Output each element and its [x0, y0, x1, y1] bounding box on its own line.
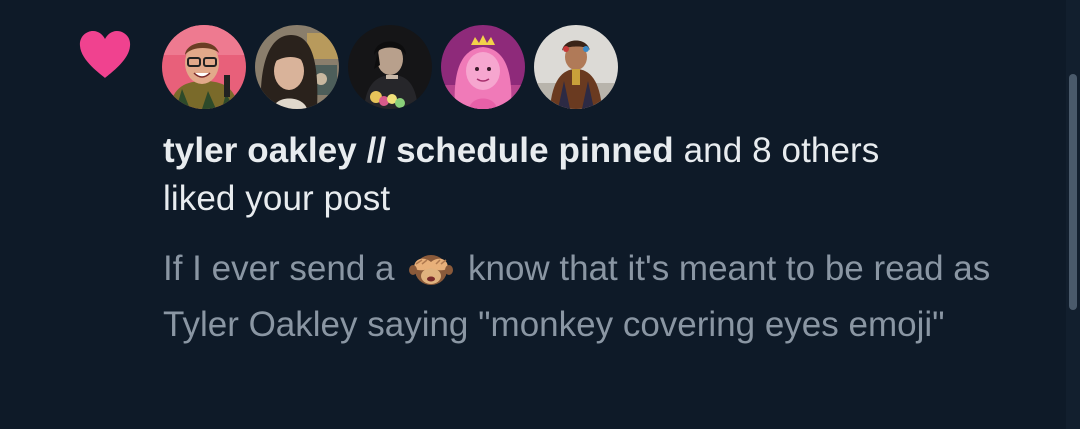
- notification-text: tyler oakley // schedule pinned and 8 ot…: [163, 127, 1053, 223]
- see-no-evil-monkey-icon: [409, 255, 454, 285]
- avatar[interactable]: [348, 25, 432, 109]
- scrollbar-thumb[interactable]: [1069, 74, 1077, 310]
- avatar[interactable]: [162, 25, 246, 109]
- scrollbar[interactable]: [1066, 0, 1080, 429]
- snippet-text-before: If I ever send a: [163, 249, 405, 288]
- heart-icon: [79, 31, 131, 78]
- action-text-2: liked your post: [163, 179, 391, 218]
- avatar[interactable]: [255, 25, 339, 109]
- action-text: and 8 others: [673, 131, 880, 170]
- like-notification[interactable]: tyler oakley // schedule pinned and 8 ot…: [0, 0, 1066, 429]
- actor-name[interactable]: tyler oakley // schedule pinned: [163, 131, 674, 170]
- avatar[interactable]: [534, 25, 618, 109]
- post-snippet[interactable]: If I ever send a know that it's meant to…: [163, 241, 1053, 353]
- liker-avatars: [162, 25, 618, 109]
- avatar[interactable]: [441, 25, 525, 109]
